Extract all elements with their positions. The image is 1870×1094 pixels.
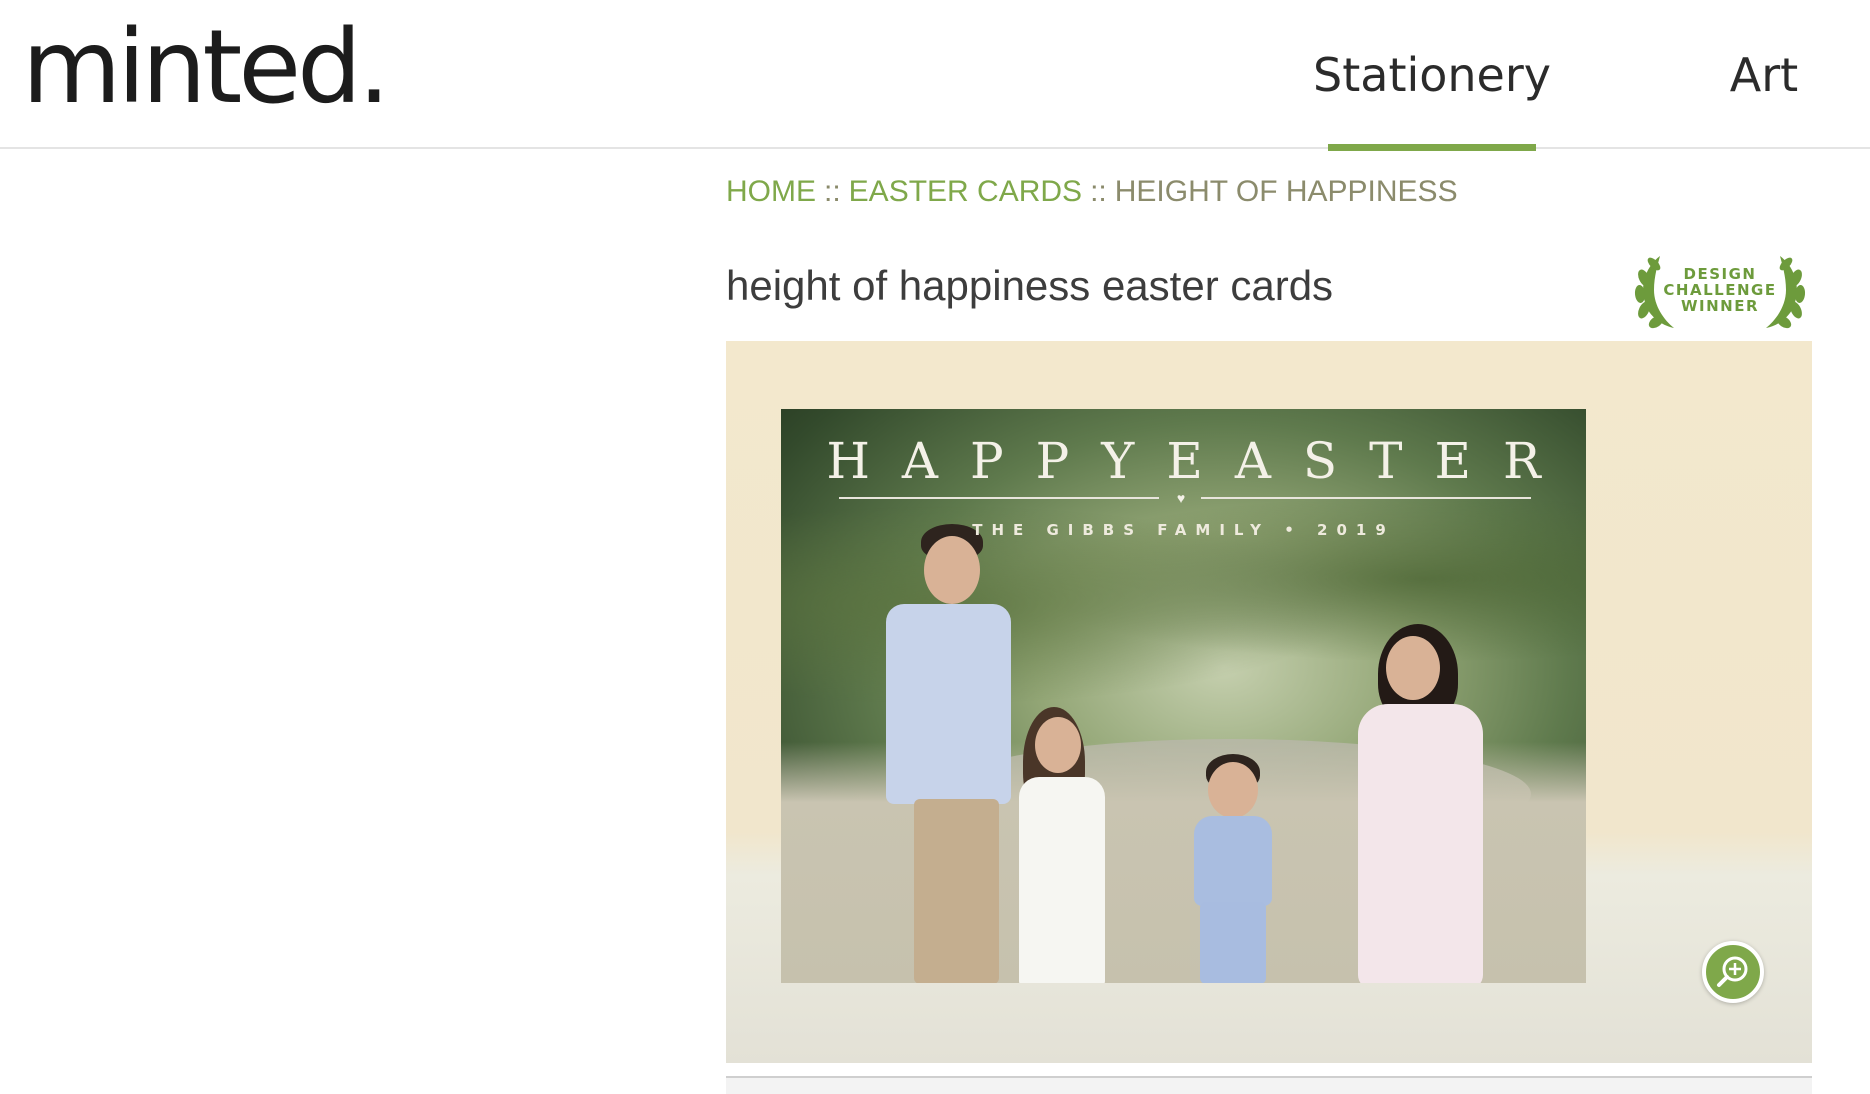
card-subheading: THE GIBBS FAMILY • 2019 [972, 521, 1395, 539]
card-divider-right [1201, 497, 1531, 499]
person-boy [1176, 754, 1286, 983]
person-father [836, 524, 1011, 983]
card-divider-left [839, 497, 1159, 499]
breadcrumb-home[interactable]: HOME [726, 175, 816, 208]
thumbnail-strip [726, 1078, 1812, 1094]
nav-stationery[interactable]: Stationery [1313, 0, 1551, 151]
easter-card-preview: HAPPYEASTER ♥ THE GIBBS FAMILY • 2019 [781, 409, 1586, 983]
breadcrumb-current: HEIGHT OF HAPPINESS [1114, 175, 1458, 208]
minted-logo[interactable]: minted. [22, 8, 390, 128]
heart-icon: ♥ [1176, 490, 1186, 506]
site-header: minted. Stationery Art [0, 0, 1870, 151]
badge-line-2: CHALLENGE [1663, 281, 1777, 299]
badge-line-3: WINNER [1680, 297, 1760, 315]
breadcrumb-separator: :: [824, 175, 841, 208]
page-title: height of happiness easter cards [726, 262, 1334, 309]
breadcrumb: HOME:: EASTER CARDS:: HEIGHT OF HAPPINESS [726, 175, 1458, 209]
breadcrumb-easter-cards[interactable]: EASTER CARDS [849, 175, 1082, 208]
badge-line-1: DESIGN [1683, 265, 1757, 283]
design-challenge-winner-badge: DESIGN CHALLENGE WINNER [1630, 250, 1810, 332]
breadcrumb-separator: :: [1090, 175, 1107, 208]
nav-art[interactable]: Art [1730, 0, 1798, 149]
badge-text: DESIGN CHALLENGE WINNER [1630, 266, 1810, 314]
person-girl [1001, 707, 1121, 983]
card-heading: HAPPYEASTER [826, 432, 1573, 490]
zoom-in-button[interactable] [1702, 941, 1764, 1003]
person-mother [1336, 624, 1496, 983]
product-image[interactable]: HAPPYEASTER ♥ THE GIBBS FAMILY • 2019 [726, 341, 1812, 1063]
zoom-in-icon [1717, 956, 1748, 987]
